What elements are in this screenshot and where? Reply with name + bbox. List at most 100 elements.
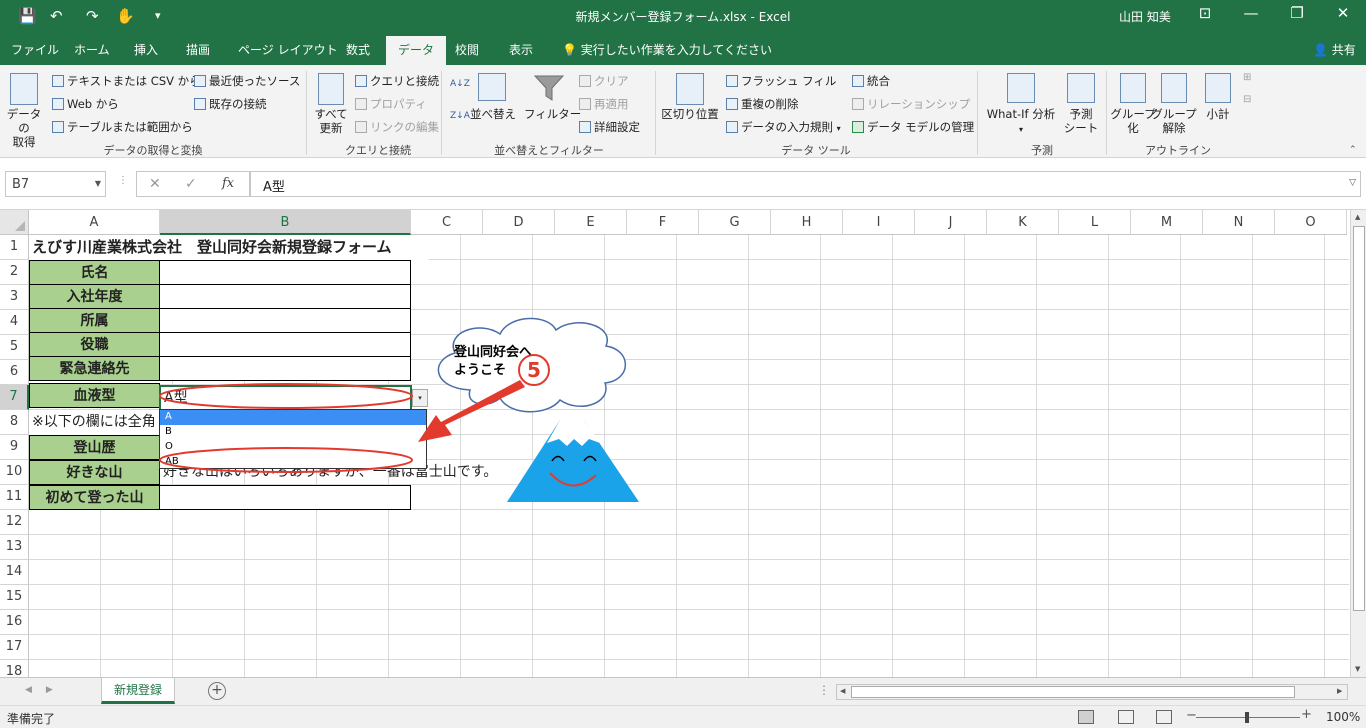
flash-fill-button[interactable]: フラッシュ フィル bbox=[726, 74, 836, 88]
edit-links-button[interactable]: リンクの編集 bbox=[355, 120, 439, 134]
label-position[interactable]: 役職 bbox=[29, 332, 160, 357]
tab-file[interactable]: ファイル bbox=[11, 41, 59, 58]
select-all-button[interactable] bbox=[0, 210, 29, 235]
label-favorite-mountain[interactable]: 好きな山 bbox=[29, 460, 160, 485]
splitter-icon[interactable]: ⋮ bbox=[118, 175, 128, 186]
filter-icon[interactable] bbox=[533, 73, 565, 103]
row-header-18[interactable]: 18 bbox=[0, 660, 29, 677]
zoom-slider-thumb[interactable] bbox=[1245, 712, 1249, 723]
get-data-icon[interactable] bbox=[10, 73, 38, 105]
column-header-h[interactable]: H bbox=[771, 210, 843, 235]
chevron-down-icon[interactable]: ▼ bbox=[95, 179, 101, 188]
manage-data-model-button[interactable]: データ モデルの管理 bbox=[852, 120, 974, 134]
vertical-scroll-thumb[interactable] bbox=[1353, 226, 1365, 611]
column-header-l[interactable]: L bbox=[1059, 210, 1131, 235]
column-header-o[interactable]: O bbox=[1275, 210, 1347, 235]
row-header-7[interactable]: 7 bbox=[0, 385, 29, 410]
queries-connections-button[interactable]: クエリと接続 bbox=[355, 74, 439, 88]
refresh-all-button[interactable]: すべて 更新 bbox=[311, 107, 351, 135]
from-web-button[interactable]: Web から bbox=[52, 97, 119, 111]
relationships-button[interactable]: リレーションシップ bbox=[852, 97, 970, 111]
row-header-9[interactable]: 9 bbox=[0, 435, 29, 460]
scroll-down-icon[interactable]: ▼ bbox=[1355, 665, 1360, 673]
dropdown-option-a[interactable]: A bbox=[160, 410, 426, 425]
input-emergency-contact[interactable] bbox=[159, 356, 411, 381]
existing-connections-button[interactable]: 既存の接続 bbox=[194, 97, 267, 111]
whatif-analysis-button[interactable]: What-If 分析 ▾ bbox=[982, 107, 1060, 137]
properties-button[interactable]: プロパティ bbox=[355, 97, 427, 111]
label-join-year[interactable]: 入社年度 bbox=[29, 284, 160, 309]
collapse-ribbon-icon[interactable]: ⌃ bbox=[1349, 143, 1357, 157]
user-name[interactable]: 山田 知美 bbox=[1119, 8, 1171, 25]
label-blood-type[interactable]: 血液型 bbox=[29, 383, 160, 408]
tell-me-search[interactable]: 💡 実行したい作業を入力してください bbox=[562, 41, 772, 58]
row-header-8[interactable]: 8 bbox=[0, 410, 29, 435]
column-header-e[interactable]: E bbox=[555, 210, 627, 235]
filter-button[interactable]: フィルター bbox=[524, 107, 581, 121]
subtotal-button[interactable]: 小計 bbox=[1198, 107, 1238, 121]
forecast-sheet-button[interactable]: 予測 シート bbox=[1060, 107, 1102, 135]
whatif-icon[interactable] bbox=[1007, 73, 1035, 103]
clear-filter-button[interactable]: クリア bbox=[579, 74, 629, 88]
text-to-columns-icon[interactable] bbox=[676, 73, 704, 105]
zoom-level[interactable]: 100% bbox=[1326, 710, 1360, 724]
row-header-16[interactable]: 16 bbox=[0, 610, 29, 635]
cancel-icon[interactable]: ✕ bbox=[149, 176, 161, 192]
label-emergency-contact[interactable]: 緊急連絡先 bbox=[29, 356, 160, 381]
sheet-nav-arrows-icon[interactable]: ◀▶ bbox=[25, 685, 67, 695]
label-name[interactable]: 氏名 bbox=[29, 260, 160, 285]
group-button[interactable]: グループ 化 bbox=[1110, 107, 1156, 135]
input-name[interactable] bbox=[159, 260, 411, 285]
page-break-view-icon[interactable] bbox=[1156, 710, 1172, 724]
get-data-button[interactable]: データの 取得 bbox=[4, 107, 44, 149]
page-layout-view-icon[interactable] bbox=[1118, 710, 1134, 724]
hide-detail-icon[interactable]: ⊟ bbox=[1243, 93, 1251, 107]
cell-grid[interactable]: えびす川産業株式会社 登山同好会新規登録フォーム 氏名 入社年度 所属 役職 緊… bbox=[29, 235, 1349, 677]
column-header-g[interactable]: G bbox=[699, 210, 771, 235]
tab-insert[interactable]: 挿入 bbox=[134, 41, 158, 58]
column-header-n[interactable]: N bbox=[1203, 210, 1275, 235]
normal-view-icon[interactable] bbox=[1078, 710, 1094, 724]
label-first-mountain[interactable]: 初めて登った山 bbox=[29, 485, 160, 510]
column-header-m[interactable]: M bbox=[1131, 210, 1203, 235]
text-to-columns-button[interactable]: 区切り位置 bbox=[660, 107, 720, 121]
row-header-6[interactable]: 6 bbox=[0, 360, 29, 385]
column-header-c[interactable]: C bbox=[411, 210, 483, 235]
column-header-f[interactable]: F bbox=[627, 210, 699, 235]
column-header-i[interactable]: I bbox=[843, 210, 915, 235]
row-header-15[interactable]: 15 bbox=[0, 585, 29, 610]
row-header-11[interactable]: 11 bbox=[0, 485, 29, 510]
scroll-right-icon[interactable]: ▶ bbox=[1337, 687, 1342, 695]
input-first-mountain[interactable] bbox=[159, 485, 411, 510]
group-icon[interactable] bbox=[1120, 73, 1146, 103]
cell-a1-title[interactable]: えびす川産業株式会社 登山同好会新規登録フォーム bbox=[29, 235, 429, 260]
share-button[interactable]: 👤 共有 bbox=[1313, 41, 1356, 58]
horizontal-scroll-thumb[interactable] bbox=[851, 686, 1295, 698]
sort-icon[interactable] bbox=[478, 73, 506, 101]
sort-ascending-button[interactable]: A↓Z bbox=[450, 77, 470, 91]
tab-formulas[interactable]: 数式 bbox=[346, 41, 370, 58]
from-text-csv-button[interactable]: テキストまたは CSV から bbox=[52, 74, 201, 88]
dropdown-button[interactable]: ▾ bbox=[412, 389, 428, 407]
column-header-j[interactable]: J bbox=[915, 210, 987, 235]
column-header-k[interactable]: K bbox=[987, 210, 1059, 235]
tab-review[interactable]: 校閲 bbox=[455, 41, 479, 58]
input-position[interactable] bbox=[159, 332, 411, 357]
dropdown-option-o[interactable]: O bbox=[160, 440, 426, 455]
advanced-filter-button[interactable]: 詳細設定 bbox=[579, 120, 640, 134]
name-box[interactable]: B7 ▼ bbox=[5, 171, 106, 197]
remove-duplicates-button[interactable]: 重複の削除 bbox=[726, 97, 799, 111]
blood-type-dropdown-list[interactable]: A B O AB bbox=[159, 409, 427, 469]
column-header-a[interactable]: A bbox=[29, 210, 160, 235]
selected-cell-b7[interactable]: A型 bbox=[159, 385, 412, 412]
row-header-2[interactable]: 2 bbox=[0, 260, 29, 285]
vertical-scrollbar[interactable]: ▲ ▼ bbox=[1350, 210, 1366, 677]
ungroup-button[interactable]: グループ 解除 bbox=[1151, 107, 1197, 135]
splitter-icon[interactable]: ⋮ bbox=[818, 683, 830, 697]
dropdown-arrow-icon[interactable]: ▾ bbox=[837, 124, 841, 133]
ribbon-display-icon[interactable]: ⊡ bbox=[1190, 4, 1220, 22]
row-header-10[interactable]: 10 bbox=[0, 460, 29, 485]
sheet-tab-new-registration[interactable]: 新規登録 bbox=[101, 678, 175, 704]
row-header-14[interactable]: 14 bbox=[0, 560, 29, 585]
dropdown-option-ab[interactable]: AB bbox=[160, 455, 426, 470]
